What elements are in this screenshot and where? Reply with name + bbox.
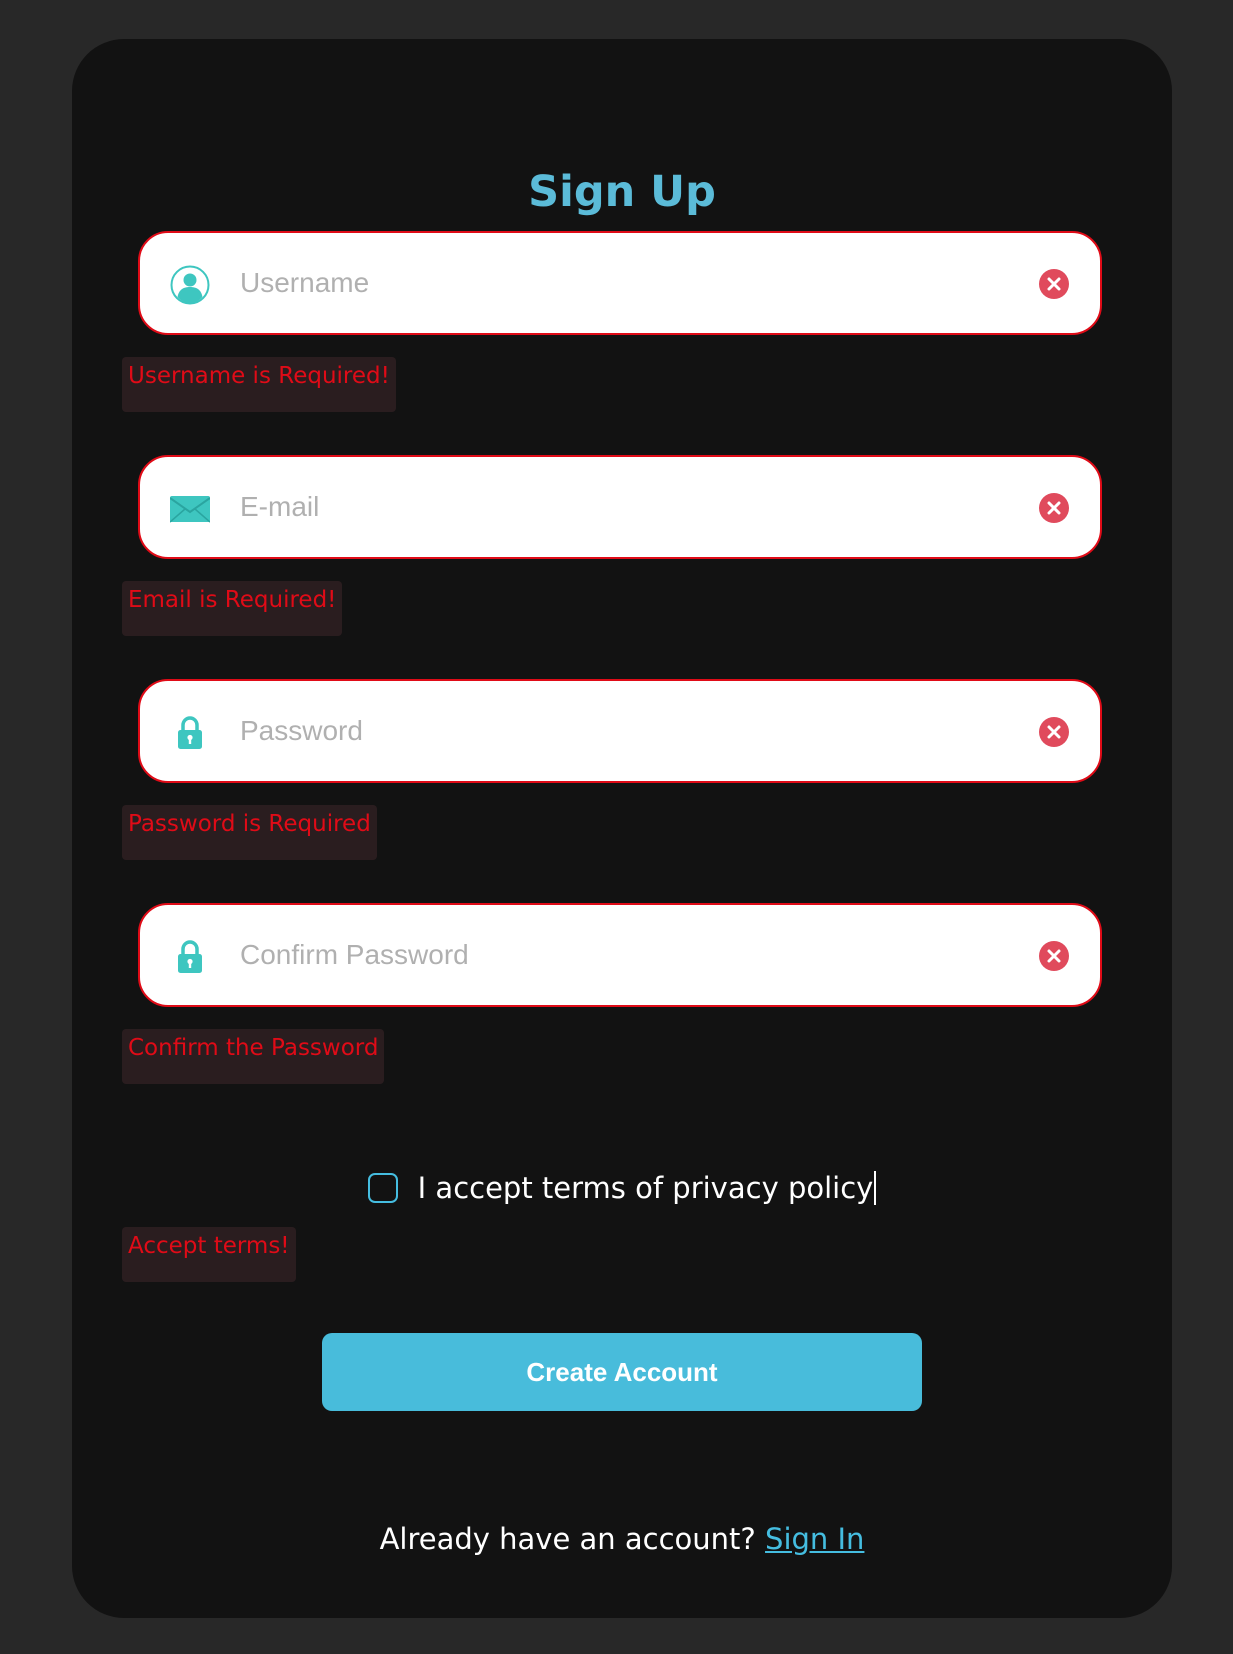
- terms-checkbox[interactable]: [367, 1173, 398, 1203]
- envelope-icon: [170, 496, 210, 523]
- password-field[interactable]: [138, 679, 1102, 783]
- email-error: Email is Required!: [122, 581, 343, 636]
- confirm-password-input[interactable]: [240, 905, 980, 1005]
- error-x-circle-icon[interactable]: [1039, 493, 1069, 523]
- error-x-circle-icon[interactable]: [1039, 941, 1069, 971]
- terms-label[interactable]: I accept terms of privacy policy: [418, 1171, 877, 1205]
- username-field[interactable]: [138, 231, 1102, 335]
- username-input[interactable]: [240, 233, 980, 333]
- terms-row: I accept terms of privacy policy: [72, 1158, 1172, 1218]
- terms-error: Accept terms!: [122, 1227, 296, 1282]
- lock-icon: [178, 716, 202, 749]
- signup-card: Sign Up Username is Required! Email is R…: [72, 39, 1172, 1618]
- confirm-password-error: Confirm the Password: [122, 1029, 385, 1084]
- signin-link[interactable]: Sign In: [765, 1522, 864, 1556]
- user-avatar-icon: [170, 265, 210, 305]
- email-field[interactable]: [138, 455, 1102, 559]
- page-title: Sign Up: [528, 167, 716, 217]
- signin-prompt-text: Already have an account?: [379, 1522, 756, 1556]
- email-input[interactable]: [240, 457, 980, 557]
- password-error: Password is Required: [122, 805, 377, 860]
- error-x-circle-icon[interactable]: [1039, 717, 1069, 747]
- password-input[interactable]: [240, 681, 980, 781]
- username-error: Username is Required!: [122, 357, 396, 412]
- create-account-button[interactable]: Create Account: [322, 1333, 922, 1411]
- error-x-circle-icon[interactable]: [1039, 269, 1069, 299]
- confirm-password-field[interactable]: [138, 903, 1102, 1007]
- lock-icon: [178, 940, 202, 973]
- signin-prompt-row: Already have an account? Sign In: [72, 1515, 1172, 1563]
